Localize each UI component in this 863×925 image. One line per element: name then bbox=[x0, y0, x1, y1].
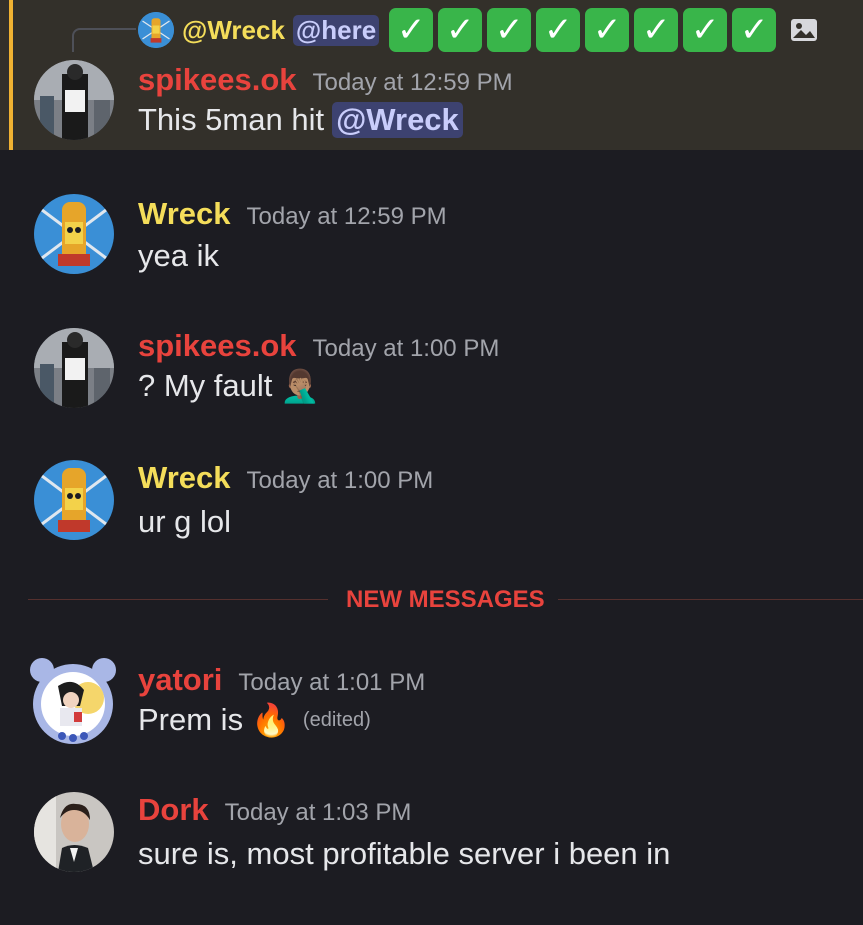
reply-avatar[interactable] bbox=[138, 12, 174, 48]
message-header: Wreck Today at 1:00 PM bbox=[138, 460, 433, 496]
message-header: spikees.ok Today at 1:00 PM bbox=[138, 328, 499, 364]
timestamp: Today at 1:03 PM bbox=[224, 799, 412, 826]
check-mark-icon: ✓ bbox=[634, 8, 679, 52]
message-header: yatori Today at 1:01 PM bbox=[138, 662, 425, 698]
edited-label: (edited) bbox=[302, 708, 371, 731]
message-header: Dork Today at 1:03 PM bbox=[138, 792, 411, 828]
reply-author[interactable]: @Wreck bbox=[182, 15, 285, 46]
message-text: Prem is bbox=[138, 702, 244, 737]
timestamp: Today at 1:00 PM bbox=[312, 335, 500, 362]
new-messages-label: NEW MESSAGES bbox=[346, 586, 545, 613]
author-name[interactable]: Wreck bbox=[138, 460, 231, 496]
avatar-yatori[interactable] bbox=[28, 656, 118, 746]
author-name[interactable]: spikees.ok bbox=[138, 62, 297, 98]
author-name[interactable]: Dork bbox=[138, 792, 209, 828]
timestamp: Today at 1:00 PM bbox=[246, 467, 434, 494]
message-item[interactable]: Wreck Today at 1:00 PM ur g lol bbox=[0, 460, 863, 550]
facepalm-emoji-icon: 🤦🏽‍♂️ bbox=[280, 368, 321, 404]
message-item[interactable]: Dork Today at 1:03 PM sure is, most prof… bbox=[0, 792, 863, 882]
message-content: This 5man hit @Wreck bbox=[138, 102, 463, 138]
avatar-spikees[interactable] bbox=[34, 60, 114, 140]
here-mention[interactable]: @here bbox=[292, 14, 380, 46]
message-text: sure is, most profitable server i been i… bbox=[138, 836, 671, 871]
message-content: Prem is 🔥 (edited) bbox=[138, 702, 371, 738]
message-content: ur g lol bbox=[138, 504, 231, 540]
message-content: ? My fault 🤦🏽‍♂️ bbox=[138, 368, 320, 404]
check-mark-icon: ✓ bbox=[389, 8, 434, 52]
message-text: yea ik bbox=[138, 238, 219, 273]
message-text: ur g lol bbox=[138, 504, 232, 539]
reply-connector bbox=[72, 28, 136, 52]
timestamp: Today at 12:59 PM bbox=[312, 69, 513, 96]
user-mention[interactable]: @Wreck bbox=[332, 102, 463, 138]
check-mark-icon: ✓ bbox=[438, 8, 483, 52]
message-text: ? My fault bbox=[138, 368, 273, 403]
reply-preview[interactable]: @Wreck @here ✓ ✓ ✓ ✓ ✓ ✓ ✓ ✓ bbox=[138, 8, 818, 52]
message-content: sure is, most profitable server i been i… bbox=[138, 836, 670, 872]
avatar-wreck[interactable] bbox=[34, 460, 114, 540]
check-mark-icon: ✓ bbox=[487, 8, 532, 52]
avatar-dork[interactable] bbox=[34, 792, 114, 872]
fire-emoji-icon: 🔥 bbox=[251, 702, 291, 738]
message-item[interactable]: spikees.ok Today at 1:00 PM ? My fault 🤦… bbox=[0, 328, 863, 418]
message-content: yea ik bbox=[138, 238, 219, 274]
timestamp: Today at 1:01 PM bbox=[238, 669, 426, 696]
message-header: spikees.ok Today at 12:59 PM bbox=[138, 62, 513, 98]
author-name[interactable]: Wreck bbox=[138, 196, 231, 232]
avatar-spikees[interactable] bbox=[34, 328, 114, 408]
author-name[interactable]: spikees.ok bbox=[138, 328, 297, 364]
new-messages-divider: NEW MESSAGES bbox=[28, 586, 863, 614]
message-header: Wreck Today at 12:59 PM bbox=[138, 196, 447, 232]
check-mark-icon: ✓ bbox=[585, 8, 630, 52]
author-name[interactable]: yatori bbox=[138, 662, 222, 698]
message-item[interactable]: Wreck Today at 12:59 PM yea ik bbox=[0, 194, 863, 284]
chat-view: @Wreck @here ✓ ✓ ✓ ✓ ✓ ✓ ✓ ✓ spikees.ok … bbox=[0, 0, 863, 925]
divider-line bbox=[558, 599, 863, 600]
message-item[interactable]: yatori Today at 1:01 PM Prem is 🔥 (edite… bbox=[0, 656, 863, 746]
avatar-wreck[interactable] bbox=[34, 194, 114, 274]
timestamp: Today at 12:59 PM bbox=[246, 203, 447, 230]
image-icon bbox=[791, 19, 818, 41]
check-mark-icon: ✓ bbox=[683, 8, 728, 52]
divider-line bbox=[28, 599, 328, 600]
message-item[interactable]: spikees.ok Today at 12:59 PM This 5man h… bbox=[0, 60, 863, 150]
message-text: This 5man hit bbox=[138, 102, 325, 137]
check-mark-icon: ✓ bbox=[536, 8, 581, 52]
check-mark-icon: ✓ bbox=[732, 8, 777, 52]
checkmark-row: ✓ ✓ ✓ ✓ ✓ ✓ ✓ ✓ bbox=[389, 8, 777, 52]
